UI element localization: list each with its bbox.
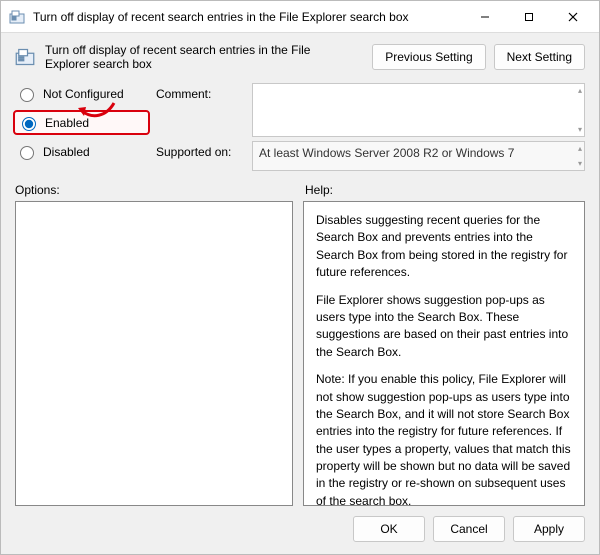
options-label: Options: — [15, 183, 305, 197]
subheader: Turn off display of recent search entrie… — [1, 33, 599, 77]
scroll-up-icon[interactable]: ▴ — [578, 144, 582, 153]
nav-buttons: Previous Setting Next Setting — [372, 44, 585, 70]
radio-not-configured-label: Not Configured — [43, 87, 124, 101]
state-radio-group: Not Configured Enabled Disabled — [15, 83, 150, 160]
radio-enabled-input[interactable] — [22, 117, 36, 131]
comment-label: Comment: — [156, 83, 246, 101]
options-panel[interactable] — [15, 201, 293, 506]
apply-button[interactable]: Apply — [513, 516, 585, 542]
radio-disabled-input[interactable] — [20, 146, 34, 160]
policy-icon — [9, 9, 25, 25]
next-setting-button[interactable]: Next Setting — [494, 44, 585, 70]
scroll-down-icon[interactable]: ▾ — [578, 159, 582, 168]
comment-textarea[interactable]: ▴ ▾ — [252, 83, 585, 137]
help-paragraph: Note: If you enable this policy, File Ex… — [316, 371, 572, 506]
close-button[interactable] — [551, 3, 595, 31]
settings-area: Not Configured Enabled Disabled Comment:… — [1, 77, 599, 173]
help-panel[interactable]: Disables suggesting recent queries for t… — [303, 201, 585, 506]
panels: Disables suggesting recent queries for t… — [1, 201, 599, 506]
supported-on-box: At least Windows Server 2008 R2 or Windo… — [252, 141, 585, 171]
ok-button[interactable]: OK — [353, 516, 425, 542]
policy-title: Turn off display of recent search entrie… — [45, 43, 354, 71]
radio-disabled-label: Disabled — [43, 145, 90, 159]
previous-setting-button[interactable]: Previous Setting — [372, 44, 485, 70]
help-label: Help: — [305, 183, 585, 197]
radio-disabled[interactable]: Disabled — [15, 143, 150, 160]
policy-editor-window: Turn off display of recent search entrie… — [0, 0, 600, 555]
titlebar: Turn off display of recent search entrie… — [1, 1, 599, 33]
minimize-button[interactable] — [463, 3, 507, 31]
radio-not-configured-input[interactable] — [20, 88, 34, 102]
cancel-button[interactable]: Cancel — [433, 516, 505, 542]
window-controls — [463, 3, 595, 31]
radio-not-configured[interactable]: Not Configured — [15, 85, 150, 102]
maximize-button[interactable] — [507, 3, 551, 31]
section-labels: Options: Help: — [1, 173, 599, 201]
supported-on-value: At least Windows Server 2008 R2 or Windo… — [259, 146, 514, 160]
policy-icon — [15, 47, 35, 67]
scroll-up-icon[interactable]: ▴ — [578, 86, 582, 95]
dialog-footer: OK Cancel Apply — [1, 506, 599, 554]
scroll-down-icon[interactable]: ▾ — [578, 125, 582, 134]
radio-enabled[interactable]: Enabled — [13, 110, 150, 135]
radio-enabled-label: Enabled — [45, 116, 89, 130]
window-title: Turn off display of recent search entrie… — [33, 10, 463, 24]
help-paragraph: Disables suggesting recent queries for t… — [316, 212, 572, 282]
help-paragraph: File Explorer shows suggestion pop-ups a… — [316, 292, 572, 362]
supported-label: Supported on: — [156, 141, 246, 159]
